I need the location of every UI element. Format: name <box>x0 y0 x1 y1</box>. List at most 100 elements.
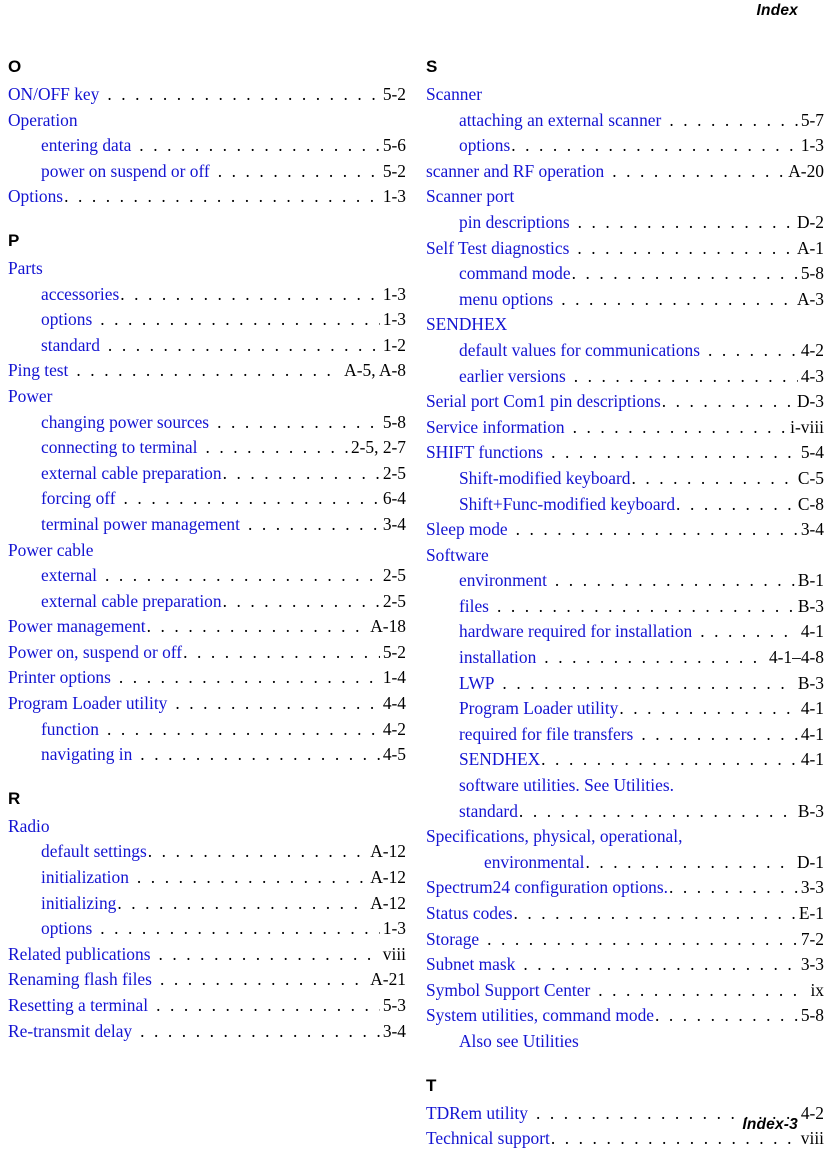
index-entry[interactable]: initialization A-12 <box>8 865 406 891</box>
index-entry[interactable]: Power management A-18 <box>8 614 406 640</box>
index-entry[interactable]: accessories 1-3 <box>8 282 406 308</box>
index-entry[interactable]: Symbol Support Center ix <box>426 978 824 1004</box>
index-entry[interactable]: changing power sources 5-8 <box>8 410 406 436</box>
index-entry[interactable]: Serial port Com1 pin descriptions D-3 <box>426 389 824 415</box>
index-entry[interactable]: external cable preparation 2-5 <box>8 461 406 487</box>
index-entry[interactable]: Operation <box>8 108 406 134</box>
leader-dots <box>578 210 794 236</box>
index-entry[interactable]: Service information i-viii <box>426 415 824 441</box>
leader-dots <box>124 486 380 512</box>
index-entry-page-number: viii <box>382 943 406 964</box>
index-entry-page-number: 5-3 <box>382 995 406 1015</box>
index-entry[interactable]: standard B-3 <box>426 799 824 825</box>
index-entry[interactable]: Scanner port <box>426 184 824 210</box>
index-entry[interactable]: forcing off 6-4 <box>8 486 406 512</box>
index-entry[interactable]: Resetting a terminal 5-3 <box>8 993 406 1019</box>
index-entry[interactable]: Power on, suspend or off 5-2 <box>8 640 406 666</box>
index-entry[interactable]: SHIFT functions 5-4 <box>426 440 824 466</box>
index-entry[interactable]: ON/OFF key 5-2 <box>8 82 406 108</box>
index-entry[interactable]: Self Test diagnostics A-1 <box>426 236 824 262</box>
index-entry[interactable]: software utilities. See Utilities. <box>426 773 824 799</box>
index-entry[interactable]: entering data 5-6 <box>8 133 406 159</box>
index-entry[interactable]: menu options A-3 <box>426 287 824 313</box>
index-entry[interactable]: terminal power management 3-4 <box>8 512 406 538</box>
index-entry[interactable]: files B-3 <box>426 594 824 620</box>
index-entry-page-number: A-3 <box>796 288 824 309</box>
index-entry[interactable]: Program Loader utility 4-4 <box>8 691 406 717</box>
index-entry-text: files <box>459 595 489 616</box>
leader-dots <box>223 589 380 615</box>
index-entry[interactable]: Options 1-3 <box>8 184 406 210</box>
index-entry-page-number: 5-6 <box>382 135 406 156</box>
index-entry-page-number: C-8 <box>797 493 824 514</box>
index-entry[interactable]: Radio <box>8 814 406 840</box>
index-entry[interactable]: Spectrum24 configuration options. 3-3 <box>426 875 824 901</box>
index-entry[interactable]: environmental D-1 <box>426 850 824 876</box>
index-entry[interactable]: attaching an external scanner 5-7 <box>426 108 824 134</box>
index-entry[interactable]: Parts <box>8 256 406 282</box>
index-entry[interactable]: Related publications viii <box>8 942 406 968</box>
index-entry[interactable]: Status codes E-1 <box>426 901 824 927</box>
index-entry[interactable]: navigating in 4-5 <box>8 742 406 768</box>
index-entry[interactable]: installation 4-1–4-8 <box>426 645 824 671</box>
index-entry[interactable]: Sleep mode 3-4 <box>426 517 824 543</box>
index-entry[interactable]: power on suspend or off 5-2 <box>8 159 406 185</box>
index-entry-text: SENDHEX <box>426 314 508 335</box>
index-entry[interactable]: options 1-3 <box>8 307 406 333</box>
index-entry[interactable]: Also see Utilities <box>426 1029 824 1055</box>
index-entry-text: Software <box>426 544 489 565</box>
index-entry-page-number: 1-3 <box>382 186 406 207</box>
index-entry[interactable]: Specifications, physical, operational, <box>426 824 824 850</box>
index-entry-text: Shift+Func-modified keyboard <box>459 493 676 514</box>
index-letter-heading-o: O <box>8 57 22 76</box>
index-entry-page-number: 2-5, 2-7 <box>350 437 406 458</box>
index-entry[interactable]: hardware required for installation 4-1 <box>426 619 824 645</box>
index-entry-text: Serial port Com1 pin descriptions <box>426 391 661 412</box>
index-entry[interactable]: default settings A-12 <box>8 839 406 865</box>
index-entry[interactable]: Shift-modified keyboard C-5 <box>426 466 824 492</box>
index-entry-page-number: 4-1 <box>800 698 824 719</box>
index-entry[interactable]: required for file transfers 4-1 <box>426 722 824 748</box>
leader-dots <box>669 875 798 901</box>
index-entry[interactable]: System utilities, command mode 5-8 <box>426 1003 824 1029</box>
index-entry[interactable]: command mode 5-8 <box>426 261 824 287</box>
index-entry[interactable]: initializing A-12 <box>8 891 406 917</box>
index-entry[interactable]: Power <box>8 384 406 410</box>
leader-dots <box>148 839 367 865</box>
leader-dots <box>147 614 368 640</box>
index-entry[interactable]: Printer options 1-4 <box>8 665 406 691</box>
index-entry[interactable]: connecting to terminal 2-5, 2-7 <box>8 435 406 461</box>
index-entry[interactable]: Ping test A-5, A-8 <box>8 358 406 384</box>
index-entry[interactable]: Scanner <box>426 82 824 108</box>
index-entry[interactable]: LWP B-3 <box>426 671 824 697</box>
index-page-body: O ON/OFF key 5-2 Operation entering data 5-6 p… <box>0 58 824 1152</box>
index-entry[interactable]: standard 1-2 <box>8 333 406 359</box>
index-entry[interactable]: options 1-3 <box>426 133 824 159</box>
index-entry[interactable]: earlier versions 4-3 <box>426 364 824 390</box>
index-entry[interactable]: Program Loader utility 4-1 <box>426 696 824 722</box>
index-entry[interactable]: environment B-1 <box>426 568 824 594</box>
index-entry-text: environment <box>459 570 547 591</box>
index-entry-page-number: A-20 <box>788 160 824 181</box>
index-entry[interactable]: Software <box>426 543 824 569</box>
index-entry-page-number: 5-8 <box>382 411 406 432</box>
index-entry[interactable]: scanner and RF operation A-20 <box>426 159 824 185</box>
index-entry[interactable]: SENDHEX <box>426 312 824 338</box>
leader-dots <box>64 184 380 210</box>
index-entry[interactable]: function 4-2 <box>8 717 406 743</box>
index-entry[interactable]: Storage 7-2 <box>426 927 824 953</box>
index-entry[interactable]: Renaming flash files A-21 <box>8 967 406 993</box>
index-entry[interactable]: Shift+Func-modified keyboard C-8 <box>426 492 824 518</box>
index-letter-group: T TDRem utility 4-2 Technical support viii <box>426 1077 824 1152</box>
index-entry[interactable]: external 2-5 <box>8 563 406 589</box>
index-entry-text: Resetting a terminal <box>8 995 149 1015</box>
index-entry-text: Operation <box>8 109 78 130</box>
index-entry[interactable]: options 1-3 <box>8 916 406 942</box>
index-entry[interactable]: Power cable <box>8 538 406 564</box>
index-entry[interactable]: Re-transmit delay 3-4 <box>8 1019 406 1045</box>
index-entry[interactable]: default values for communications 4-2 <box>426 338 824 364</box>
index-entry[interactable]: Subnet mask 3-3 <box>426 952 824 978</box>
index-entry[interactable]: external cable preparation 2-5 <box>8 589 406 615</box>
index-entry[interactable]: pin descriptions D-2 <box>426 210 824 236</box>
index-entry[interactable]: SENDHEX 4-1 <box>426 747 824 773</box>
